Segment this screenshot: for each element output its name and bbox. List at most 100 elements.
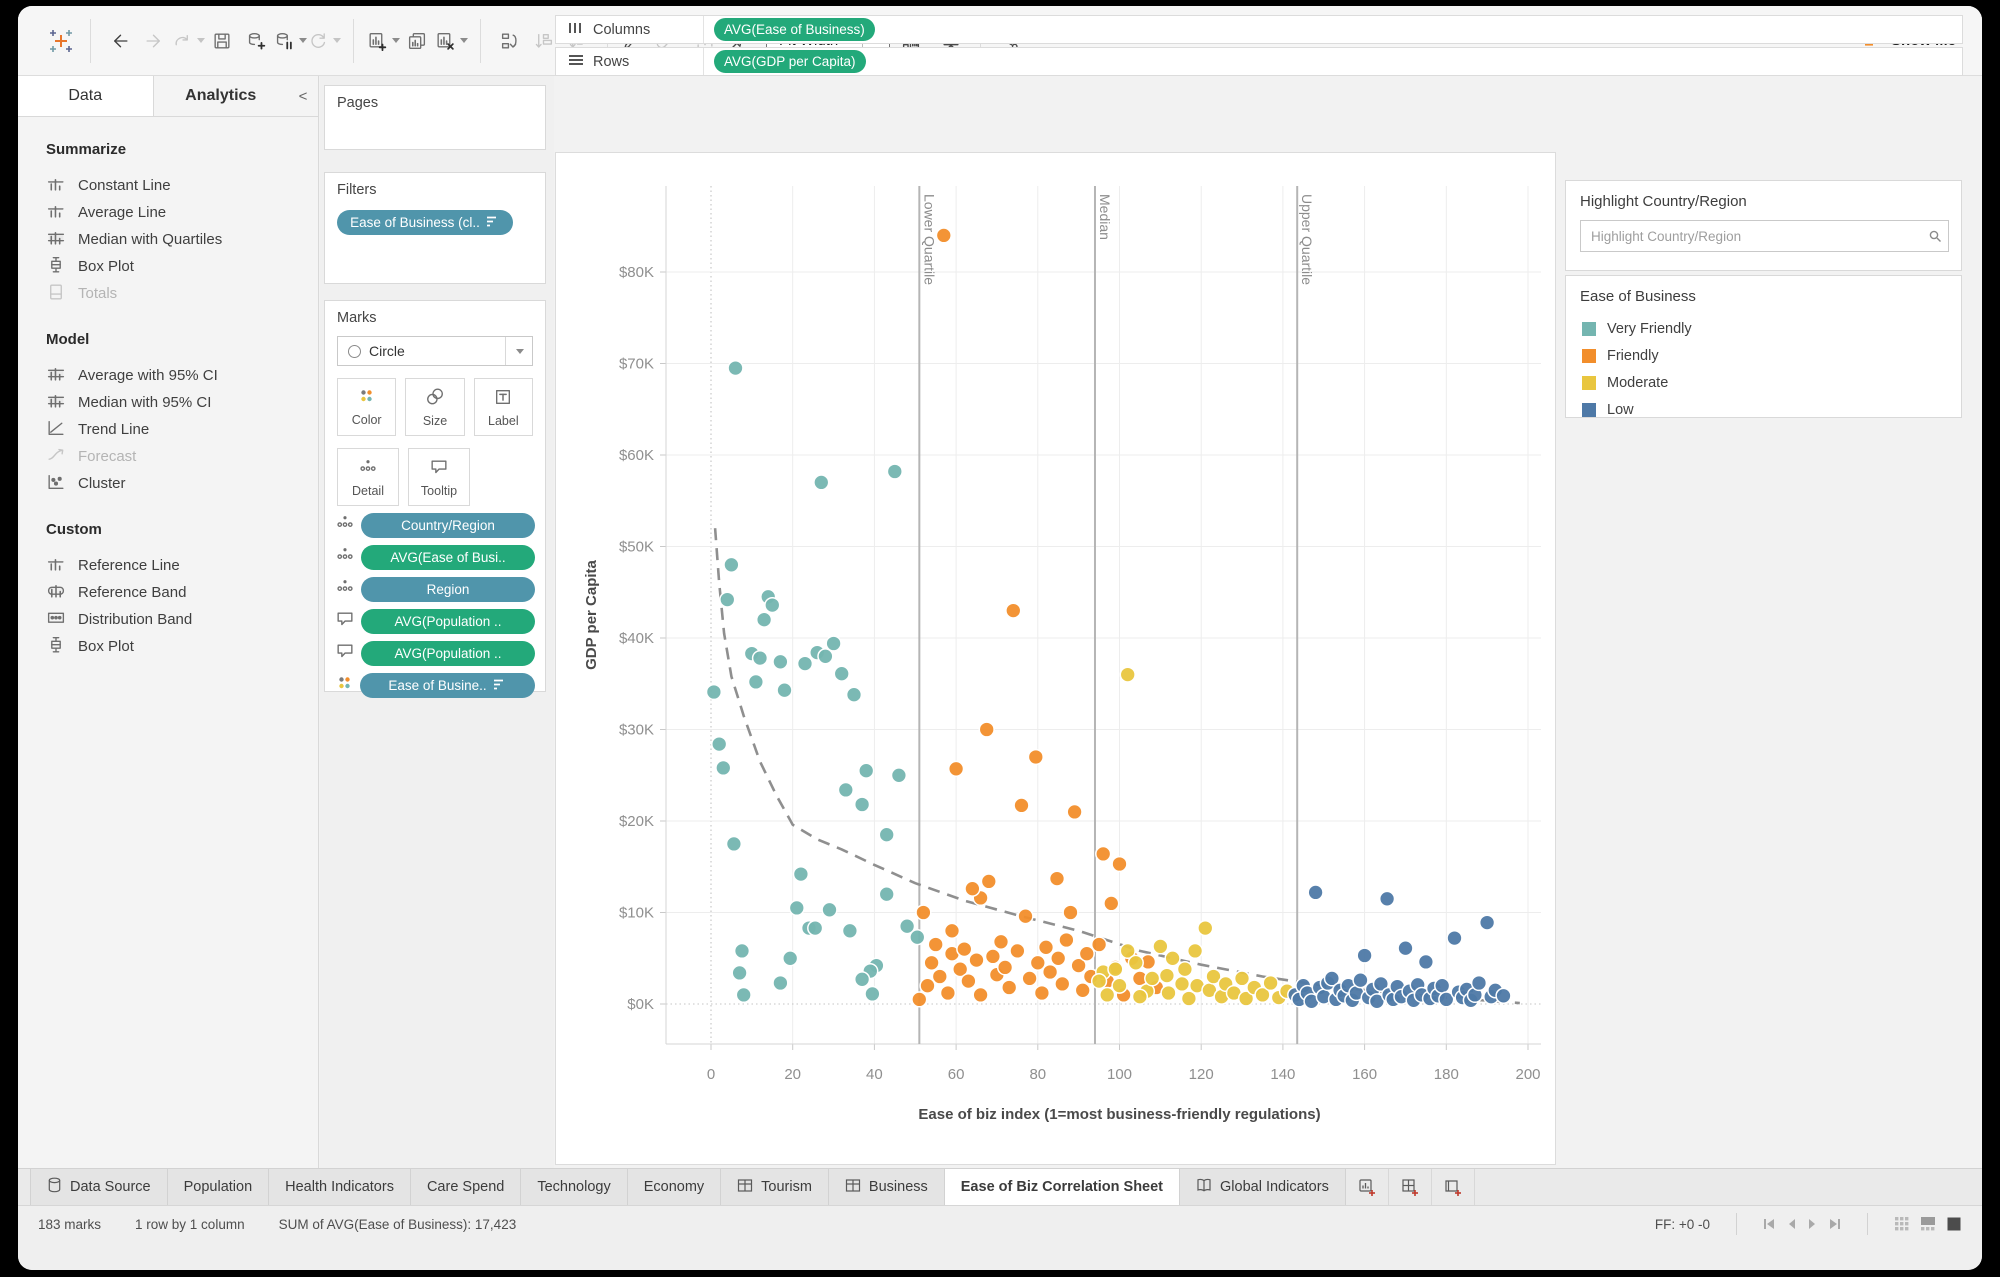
mark-circle[interactable] bbox=[1103, 895, 1120, 912]
mark-circle[interactable] bbox=[1058, 931, 1075, 949]
mark-circle[interactable] bbox=[1062, 904, 1079, 921]
mark-circle[interactable] bbox=[1111, 855, 1128, 873]
mark-circle[interactable] bbox=[1352, 972, 1369, 989]
sheet-tab-tourism[interactable]: Tourism bbox=[721, 1169, 829, 1205]
mark-circle[interactable] bbox=[978, 721, 995, 738]
columns-field-pill[interactable]: AVG(Ease of Business) bbox=[714, 18, 875, 41]
mark-circle[interactable] bbox=[747, 673, 765, 691]
mark-circle[interactable] bbox=[719, 591, 736, 608]
pause-updates-icon[interactable] bbox=[273, 23, 307, 59]
sheet-tab-health-indicators[interactable]: Health Indicators bbox=[269, 1169, 411, 1205]
mark-circle[interactable] bbox=[817, 648, 834, 665]
nav-prev-icon[interactable] bbox=[1787, 1218, 1797, 1230]
mark-circle[interactable] bbox=[1173, 975, 1191, 993]
mark-circle[interactable] bbox=[772, 653, 789, 670]
mark-circle[interactable] bbox=[841, 922, 859, 939]
mark-circle[interactable] bbox=[1090, 972, 1108, 990]
mark-circle[interactable] bbox=[915, 904, 932, 921]
mark-circle[interactable] bbox=[1021, 970, 1038, 987]
mark-type-caret[interactable] bbox=[505, 337, 532, 365]
mark-circle[interactable] bbox=[1027, 748, 1044, 766]
analytics-item-distribution-band[interactable]: Distribution Band bbox=[18, 606, 318, 633]
sheet-tab-technology[interactable]: Technology bbox=[521, 1169, 628, 1205]
new-dashboard-tab-button[interactable] bbox=[1388, 1169, 1432, 1205]
mark-circle[interactable] bbox=[947, 760, 965, 777]
mark-circle[interactable] bbox=[1054, 975, 1071, 993]
mark-circle[interactable] bbox=[919, 977, 936, 994]
mark-circle[interactable] bbox=[943, 922, 961, 939]
mark-circle[interactable] bbox=[715, 759, 732, 777]
sheet-tab-business[interactable]: Business bbox=[828, 1169, 945, 1205]
mark-circle[interactable] bbox=[1033, 984, 1051, 1002]
sheet-tab-global-indicators[interactable]: Global Indicators bbox=[1180, 1169, 1346, 1205]
sheet-tab-ease-of-biz-correlation-sheet[interactable]: Ease of Biz Correlation Sheet bbox=[944, 1169, 1181, 1205]
filter-pill[interactable]: Ease of Business (cl.. bbox=[337, 210, 513, 235]
mark-circle[interactable] bbox=[1095, 845, 1112, 863]
mark-type-select[interactable]: Circle bbox=[337, 336, 533, 366]
mark-pill[interactable]: AVG(Ease of Busi.. bbox=[361, 545, 535, 570]
mark-circle[interactable] bbox=[733, 942, 751, 960]
analytics-item-trend-line[interactable]: Trend Line bbox=[18, 416, 318, 443]
mark-circle[interactable] bbox=[1090, 936, 1108, 953]
nav-last-icon[interactable] bbox=[1827, 1218, 1841, 1230]
analytics-item-average-line[interactable]: Average Line bbox=[18, 199, 318, 226]
mark-circle[interactable] bbox=[735, 986, 752, 1004]
analytics-item-median-with-quartiles[interactable]: Median with Quartiles bbox=[18, 226, 318, 253]
mark-circle[interactable] bbox=[1176, 961, 1194, 978]
mark-circle[interactable] bbox=[727, 359, 744, 377]
mark-circle[interactable] bbox=[911, 991, 928, 1008]
nav-next-icon[interactable] bbox=[1807, 1218, 1817, 1230]
mark-circle[interactable] bbox=[1158, 967, 1176, 984]
legend-item-very-friendly[interactable]: Very Friendly bbox=[1566, 315, 1961, 342]
mark-circle[interactable] bbox=[956, 940, 973, 958]
mark-circle[interactable] bbox=[807, 919, 824, 937]
mark-circle[interactable] bbox=[1017, 908, 1034, 925]
mark-circle[interactable] bbox=[1197, 919, 1214, 937]
analytics-item-reference-band[interactable]: Reference Band bbox=[18, 579, 318, 606]
mark-circle[interactable] bbox=[1050, 950, 1067, 967]
mark-circle[interactable] bbox=[792, 865, 810, 883]
highlight-search-box[interactable] bbox=[1580, 220, 1949, 252]
mark-circle[interactable] bbox=[1029, 954, 1046, 971]
mark-circle[interactable] bbox=[972, 986, 989, 1004]
view-full-icon[interactable] bbox=[1946, 1216, 1962, 1232]
duplicate-sheet-icon[interactable] bbox=[400, 23, 434, 59]
analytics-item-median-with-95-ci[interactable]: Median with 95% CI bbox=[18, 389, 318, 416]
mark-circle[interactable] bbox=[731, 964, 748, 982]
mark-circle[interactable] bbox=[927, 936, 944, 953]
legend-item-friendly[interactable]: Friendly bbox=[1566, 342, 1961, 369]
mark-circle[interactable] bbox=[764, 596, 781, 614]
mark-circle[interactable] bbox=[878, 826, 895, 843]
mark-circle[interactable] bbox=[837, 781, 854, 799]
mark-circle[interactable] bbox=[1001, 979, 1018, 996]
mark-circle[interactable] bbox=[1160, 984, 1177, 1002]
mark-circle[interactable] bbox=[1262, 974, 1279, 992]
mark-circle[interactable] bbox=[1005, 602, 1022, 619]
mark-circle[interactable] bbox=[996, 959, 1014, 976]
mark-circle[interactable] bbox=[1013, 797, 1030, 814]
mark-circle[interactable] bbox=[825, 635, 842, 652]
sheet-tab-care-spend[interactable]: Care Spend bbox=[410, 1169, 522, 1205]
mark-circle[interactable] bbox=[723, 556, 740, 573]
mark-circle[interactable] bbox=[1131, 988, 1149, 1005]
back-arrow-icon[interactable] bbox=[103, 23, 137, 59]
mark-circle[interactable] bbox=[890, 767, 908, 784]
mark-circle[interactable] bbox=[1478, 914, 1496, 931]
analytics-item-cluster[interactable]: Cluster bbox=[18, 470, 318, 497]
analytics-item-average-with-95-ci[interactable]: Average with 95% CI bbox=[18, 362, 318, 389]
mark-circle[interactable] bbox=[1119, 666, 1136, 683]
mark-circle[interactable] bbox=[1180, 990, 1198, 1007]
mark-circle[interactable] bbox=[984, 948, 1002, 965]
new-story-tab-button[interactable] bbox=[1431, 1169, 1475, 1205]
mark-circle[interactable] bbox=[833, 665, 850, 682]
mark-circle[interactable] bbox=[992, 933, 1010, 950]
mark-circle[interactable] bbox=[1037, 939, 1055, 956]
new-worksheet-icon[interactable] bbox=[366, 23, 400, 59]
mark-circle[interactable] bbox=[788, 899, 805, 917]
mark-circle[interactable] bbox=[1164, 950, 1181, 967]
sheet-tab-data-source[interactable]: Data Source bbox=[30, 1169, 168, 1205]
mark-circle[interactable] bbox=[845, 686, 863, 703]
mark-circle[interactable] bbox=[1009, 942, 1026, 960]
mark-circle[interactable] bbox=[782, 950, 799, 967]
tab-data[interactable]: Data bbox=[18, 76, 154, 116]
